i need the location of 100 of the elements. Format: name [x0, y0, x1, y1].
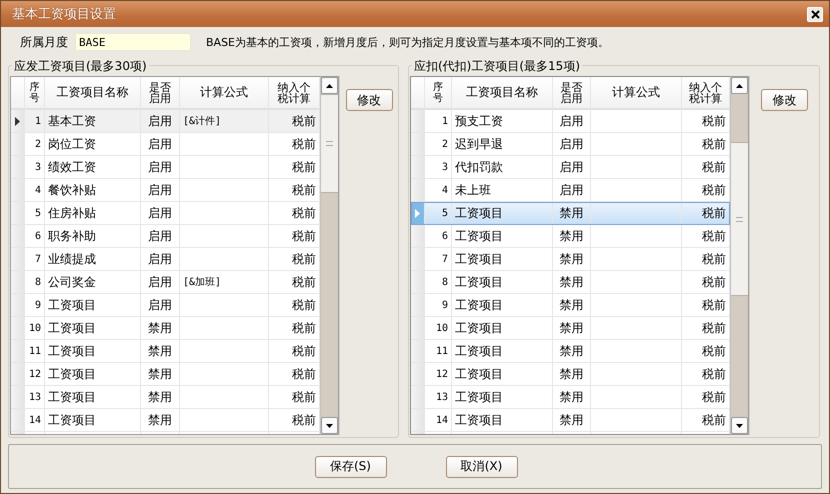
table-cell: 工资项目 — [455, 250, 503, 268]
selected-row[interactable]: 1 基本工资 启用 [&计件] 税前 — [11, 110, 320, 133]
table-cell: 5 — [442, 208, 448, 218]
table-cell: 未上班 — [455, 182, 491, 198]
scroll-up-button[interactable] — [731, 77, 748, 94]
scroll-up-button[interactable] — [321, 77, 338, 94]
table-cell: 启用 — [148, 274, 172, 290]
row-pointer-icon — [415, 208, 420, 218]
table-row[interactable]: 11 工资项目 禁用 税前 — [11, 340, 320, 363]
table-cell: 11 — [436, 346, 448, 356]
table-row[interactable]: 9 工资项目 禁用 税前 — [411, 294, 730, 317]
table-cell: 工资项目 — [455, 320, 503, 336]
table-cell: 禁用 — [560, 412, 584, 428]
table-row[interactable]: 1 预支工资 启用 税前 — [411, 110, 730, 133]
month-label: 所属月度 — [20, 34, 68, 50]
month-field[interactable]: BASE — [75, 33, 191, 51]
table-row[interactable]: 6 职务补助 启用 税前 — [11, 225, 320, 248]
column-header[interactable]: 是否启用 — [553, 77, 591, 110]
table-cell: 工资项目 — [455, 204, 503, 222]
table-cell: 税前 — [292, 250, 316, 268]
table-row[interactable]: 3 代扣罚款 启用 税前 — [411, 156, 730, 179]
table-row[interactable]: 6 工资项目 禁用 税前 — [411, 225, 730, 248]
table-cell: 禁用 — [560, 342, 584, 360]
close-button[interactable] — [807, 6, 823, 22]
table-cell: 税前 — [702, 250, 726, 268]
table-cell: 税前 — [702, 296, 726, 314]
table-cell: 税前 — [292, 112, 316, 130]
table-cell: 税前 — [292, 366, 316, 382]
table-cell: 禁用 — [560, 228, 584, 244]
row-pointer-icon — [15, 116, 20, 126]
table-row[interactable]: 3 绩效工资 启用 税前 — [11, 156, 320, 179]
table-row[interactable]: 9 工资项目 启用 税前 — [11, 294, 320, 317]
column-header[interactable]: 序号 — [25, 77, 45, 110]
table-row[interactable]: 13 工资项目 禁用 税前 — [11, 386, 320, 409]
table-row[interactable]: 12 工资项目 禁用 税前 — [411, 363, 730, 386]
column-header[interactable]: 计算公式 — [180, 77, 269, 110]
table-cell: 工资项目 — [48, 296, 96, 314]
column-header[interactable]: 纳入个税计算 — [269, 77, 320, 110]
table-row[interactable]: 13 工资项目 禁用 税前 — [411, 386, 730, 409]
table-cell: 8 — [34, 276, 41, 288]
table-row[interactable]: 7 业绩提成 启用 税前 — [11, 248, 320, 271]
table-cell: 税前 — [702, 182, 726, 198]
table-row[interactable]: 14 工资项目 禁用 税前 — [411, 409, 730, 432]
selected-row[interactable]: 5 工资项目 禁用 税前 — [411, 202, 730, 225]
column-header[interactable]: 是否启用 — [141, 77, 180, 110]
table-row[interactable]: 5 住房补贴 启用 税前 — [11, 202, 320, 225]
table-cell: 2 — [34, 138, 41, 150]
table-row[interactable]: 10 工资项目 禁用 税前 — [411, 317, 730, 340]
group-title: 应扣(代扣)工资项目(最多15项) — [412, 58, 582, 75]
table-row[interactable]: 2 迟到早退 启用 税前 — [411, 133, 730, 156]
table-cell: 税前 — [292, 228, 316, 244]
table-row[interactable]: 14 工资项目 禁用 税前 — [11, 409, 320, 432]
table-cell: 10 — [28, 322, 41, 334]
table-row[interactable]: 8 工资项目 禁用 税前 — [411, 271, 730, 294]
table-cell: 启用 — [560, 136, 584, 152]
column-header[interactable]: 序号 — [425, 77, 452, 110]
table-row[interactable]: 12 工资项目 禁用 税前 — [11, 363, 320, 386]
table-row[interactable]: 8 公司奖金 启用 [&加班] 税前 — [11, 271, 320, 294]
column-header[interactable]: 工资项目名称 — [452, 77, 553, 110]
table-row[interactable]: 2 岗位工资 启用 税前 — [11, 133, 320, 156]
table-row[interactable]: 11 工资项目 禁用 税前 — [411, 340, 730, 363]
column-header[interactable]: 工资项目名称 — [45, 77, 141, 110]
cancel-button[interactable]: 取消(X) — [446, 456, 518, 478]
column-header[interactable]: 计算公式 — [591, 77, 682, 110]
table-cell: 税前 — [702, 388, 726, 406]
table-cell: 启用 — [148, 112, 172, 130]
table-row[interactable]: 10 工资项目 禁用 税前 — [11, 317, 320, 340]
table-cell: 预支工资 — [455, 112, 503, 130]
table-cell: 14 — [436, 414, 448, 426]
table-cell: 禁用 — [148, 412, 172, 428]
save-button[interactable]: 保存(S) — [314, 456, 386, 478]
scroll-down-button[interactable] — [321, 417, 338, 434]
table-row[interactable]: 4 餐饮补贴 启用 税前 — [11, 179, 320, 202]
table-row[interactable]: 7 工资项目 禁用 税前 — [411, 248, 730, 271]
table-cell: 税前 — [292, 342, 316, 360]
vertical-scrollbar[interactable] — [320, 76, 339, 435]
header-corner — [11, 77, 25, 110]
edit-button[interactable]: 修改 — [346, 89, 392, 111]
table-row[interactable]: 4 未上班 启用 税前 — [411, 179, 730, 202]
table-cell: 工资项目 — [455, 412, 503, 428]
edit-button[interactable]: 修改 — [761, 89, 808, 111]
vertical-scrollbar[interactable] — [730, 76, 749, 435]
scroll-thumb[interactable] — [731, 142, 748, 296]
table-cell: 1 — [442, 116, 448, 126]
table-cell: 7 — [34, 254, 41, 264]
table-cell: 业绩提成 — [48, 250, 96, 268]
table-cell: 税前 — [292, 204, 316, 222]
table-cell: 11 — [28, 346, 41, 356]
table-cell: 启用 — [148, 182, 172, 198]
column-header[interactable]: 纳入个税计算 — [682, 77, 730, 110]
header-corner — [411, 77, 425, 110]
table-cell: 13 — [28, 392, 41, 402]
table-cell: 4 — [442, 184, 448, 196]
table-cell: 税前 — [702, 158, 726, 176]
scroll-thumb[interactable] — [321, 94, 338, 193]
table-cell: 7 — [442, 254, 448, 264]
scroll-down-button[interactable] — [731, 417, 748, 434]
table-cell: 6 — [34, 230, 41, 242]
table-cell: 工资项目 — [455, 228, 503, 244]
table-cell: 工资项目 — [48, 342, 96, 360]
